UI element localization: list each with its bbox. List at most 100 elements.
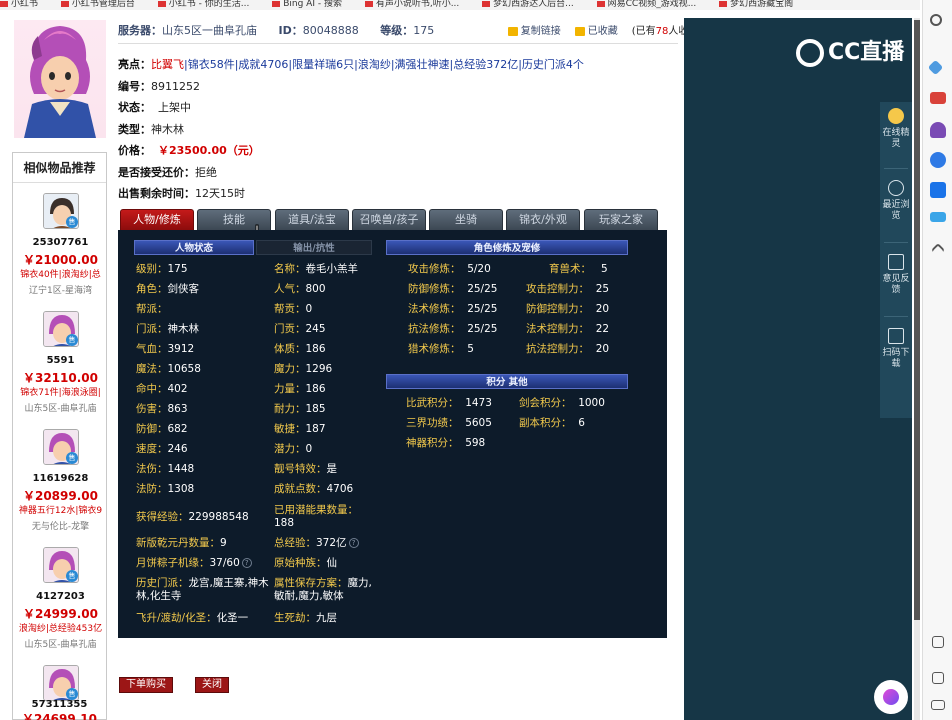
left-column: 相似物品推荐 售 25307761 ￥21000.00 锦衣40件|浪淘纱|总 … (12, 18, 107, 720)
stat-defense: 防御：682 (136, 423, 188, 435)
similar-item-avatar[interactable]: 售 (43, 193, 79, 229)
send-icon[interactable] (930, 212, 946, 222)
bookmark-item[interactable]: 梦幻西游达人后台... (482, 0, 574, 9)
similar-item-avatar[interactable]: 售 (43, 547, 79, 583)
stat-role: 角色：剑侠客 (136, 283, 199, 295)
stat-attr-plans: 属性保存方案：魔力,敏耐,魔力,敏体 (274, 577, 372, 602)
similar-item-server: 山东5区-曲阜孔庙 (24, 404, 97, 414)
similar-items-title: 相似物品推荐 (13, 153, 106, 183)
bookmark-item[interactable]: 梦幻西游藏宝阁 (719, 0, 793, 9)
bookmarks-bar: 小红书 小红书管理后台 小红书 - 你的生活... Bing AI - 搜索 有… (0, 0, 920, 10)
bookmark-icon (482, 0, 491, 7)
copy-link-button[interactable]: 复制链接 (507, 26, 561, 37)
highlight-red: 比翼飞 (151, 58, 184, 71)
stat-achievement: 成就点数：4706 (274, 483, 354, 495)
server-label: 服务器： (118, 24, 162, 37)
similar-item-avatar[interactable]: 售 (43, 429, 79, 465)
sale-badge: 售 (66, 570, 78, 582)
bookmark-item[interactable]: 网易CC视频_游戏视... (596, 0, 696, 9)
recent-browse-button[interactable]: 最近浏览 (880, 180, 912, 222)
toolbox-icon[interactable] (930, 92, 946, 104)
scan-download-button[interactable]: 扫码下载 (880, 328, 912, 370)
tab-outfits[interactable]: 锦衣/外观 (506, 209, 580, 230)
similar-item-id: 25307761 (32, 237, 89, 248)
plus-icon[interactable] (930, 242, 946, 258)
detail-tabs: 人物/修炼 技能 道具/法宝 召唤兽/孩子 坐骑 锦衣/外观 玩家之家 (118, 209, 666, 230)
brain-ai-icon[interactable] (874, 680, 908, 714)
stat-gang: 帮派： (136, 303, 168, 315)
cult-spell: 法术修炼： 25/25 (408, 303, 498, 315)
cc-logo-icon (796, 39, 824, 67)
feedback-button[interactable]: 意见反馈 (880, 254, 912, 296)
stat-strength: 力量：186 (274, 383, 326, 395)
stat-ascension: 飞升/渡劫/化圣：化圣一 (136, 612, 249, 624)
cult-beast: 育兽术： 5 (549, 263, 608, 275)
bookmark-icon (272, 0, 281, 7)
open-new-icon[interactable] (932, 672, 944, 684)
similar-item-tags[interactable]: 浪淘纱|总经验453亿 (13, 621, 108, 634)
bookmark-item[interactable]: 有声小说听书,听小... (364, 0, 459, 9)
search-icon[interactable] (930, 14, 942, 26)
cult-resist: 抗法修炼： 25/25 (408, 323, 498, 335)
similar-item[interactable]: 售 (13, 655, 106, 705)
similar-item[interactable]: 售 5591 ￥32110.00 锦衣71件|海浪泳圈| 山东5区-曲阜孔庙 (13, 301, 106, 419)
similar-item-tags[interactable]: 神器五行12水|锦衣9 (13, 503, 108, 516)
similar-item[interactable]: 售 11619628 ￥20899.00 神器五行12水|锦衣9 无与伦比-龙擎 (13, 419, 106, 537)
similar-item[interactable]: 售 4127203 ￥24999.00 浪淘纱|总经验453亿 山东5区-曲阜孔… (13, 537, 106, 655)
stat-agility: 敏捷：187 (274, 423, 326, 435)
user-icon[interactable] (930, 122, 946, 138)
stat-endurance: 耐力：185 (274, 403, 326, 415)
similar-item-price: ￥21000.00 (22, 253, 98, 267)
id-label: ID： (278, 24, 303, 37)
bookmark-icon (157, 0, 166, 7)
points-sanjie: 三界功绩： 5605 (406, 417, 492, 429)
stat-total-exp: 总经验：372亿? (274, 537, 359, 550)
tab-mounts[interactable]: 坐骑 (429, 209, 503, 230)
cult-spell-control: 法术控制力： 22 (526, 323, 610, 335)
online-assistant-button[interactable]: 在线精灵 (880, 108, 912, 150)
stat-mooncake: 月饼粽子机缘：37/60? (136, 557, 252, 570)
similar-item-tags[interactable]: 锦衣71件|海浪泳圈| (13, 385, 108, 398)
bookmark-icon (596, 0, 605, 7)
character-stats-panel: 人物状态 输出/抗性 角色修炼及宠修 积分 其他 级别：175 名称：卷毛小羔羊… (118, 230, 667, 638)
type-row: 类型：神木林 (118, 122, 184, 136)
outlook-icon[interactable] (930, 182, 946, 198)
scrollbar-thumb[interactable] (914, 20, 920, 620)
bookmark-icon (60, 0, 69, 7)
help-icon[interactable]: ? (348, 538, 359, 548)
character-portrait (14, 20, 106, 138)
stat-school-contrib: 门贡：245 (274, 323, 326, 335)
bookmark-item[interactable]: 小红书 - 你的生活... (157, 0, 249, 9)
tag-icon[interactable] (927, 59, 944, 76)
stat-life-death: 生死劫：九层 (274, 612, 337, 624)
cult-defense-control: 防御控制力： 20 (526, 303, 610, 315)
section-output-resist[interactable]: 输出/抗性 (256, 240, 372, 255)
similar-item-server: 山东5区-曲阜孔庙 (24, 640, 97, 650)
copilot-icon[interactable] (930, 152, 946, 168)
stat-nice-id: 靓号特效：是 (274, 463, 337, 475)
help-icon[interactable]: ? (241, 558, 252, 568)
similar-item-id: 11619628 (32, 473, 89, 484)
bookmark-item[interactable]: 小红书 (0, 0, 38, 9)
stat-exp: 获得经验：229988548 (136, 511, 249, 523)
buy-button[interactable]: 下单购买 (119, 677, 173, 693)
highlight-tags: |锦衣58件|成就4706|限量祥瑞6只|浪淘纱|满强壮神速|总经验372亿|历… (184, 58, 584, 71)
bookmark-icon (0, 0, 8, 7)
bookmark-item[interactable]: Bing AI - 搜索 (272, 0, 342, 9)
stat-spell-damage: 法伤：1448 (136, 463, 195, 475)
tab-home[interactable]: 玩家之家 (584, 209, 658, 230)
similar-item-avatar[interactable]: 售 (43, 311, 79, 347)
favorite-button[interactable]: 已收藏 (574, 26, 618, 37)
tab-items[interactable]: 道具/法宝 (275, 209, 349, 230)
settings-icon[interactable] (931, 700, 945, 710)
divider (884, 316, 908, 317)
tab-character[interactable]: 人物/修炼 (120, 209, 194, 230)
screenshot-icon[interactable] (932, 636, 944, 648)
tab-pets[interactable]: 召唤兽/孩子 (352, 209, 426, 230)
close-button[interactable]: 关闭 (195, 677, 229, 693)
similar-item[interactable]: 售 25307761 ￥21000.00 锦衣40件|浪淘纱|总 辽宁1区-星海… (13, 183, 106, 301)
similar-item-tags[interactable]: 锦衣40件|浪淘纱|总 (13, 267, 108, 280)
similar-item-avatar[interactable]: 售 (43, 665, 79, 701)
stat-potential-used: 已用潜能果数量：188 (274, 504, 358, 529)
bookmark-item[interactable]: 小红书管理后台 (60, 0, 135, 9)
